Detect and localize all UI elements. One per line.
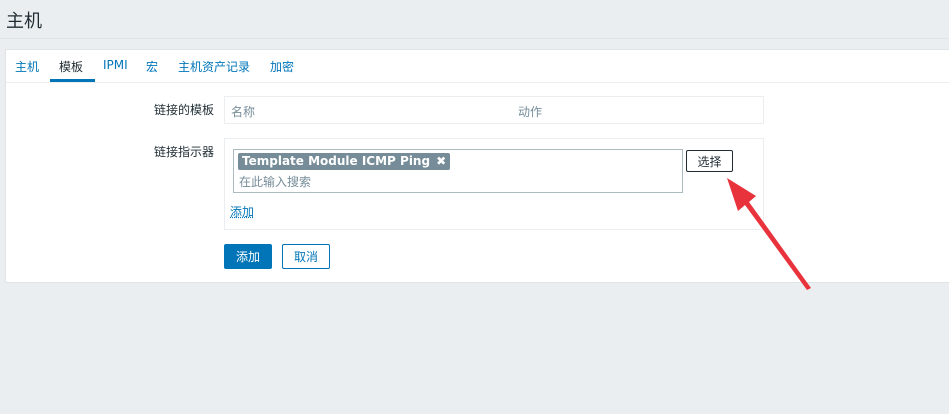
select-button[interactable]: 选择 bbox=[686, 150, 733, 172]
link-indicator-label: 链接指示器 bbox=[154, 145, 215, 159]
add-button[interactable]: 添加 bbox=[224, 244, 272, 269]
active-tab-indicator bbox=[50, 79, 95, 82]
tab-macros[interactable]: 宏 bbox=[146, 58, 158, 75]
tab-bar: 主机 模板 IPMI 宏 主机资产记录 加密 bbox=[6, 50, 949, 83]
tab-templates[interactable]: 模板 bbox=[59, 58, 83, 75]
selected-template-tag: Template Module ICMP Ping ✖ bbox=[238, 153, 451, 170]
column-header-name: 名称 bbox=[231, 105, 256, 119]
host-form-panel: 主机 模板 IPMI 宏 主机资产记录 加密 链接的模板 名称 动作 链接指示器… bbox=[5, 49, 949, 283]
title-divider bbox=[0, 38, 949, 39]
template-search-input[interactable] bbox=[239, 174, 659, 190]
column-header-action: 动作 bbox=[518, 105, 543, 119]
remove-tag-icon[interactable]: ✖ bbox=[436, 153, 446, 170]
link-indicator-box: Template Module ICMP Ping ✖ 选择 添加 bbox=[224, 138, 764, 230]
page-title: 主机 bbox=[6, 11, 42, 32]
template-multiselect[interactable]: Template Module ICMP Ping ✖ bbox=[233, 149, 683, 193]
linked-templates-label: 链接的模板 bbox=[154, 103, 215, 117]
cancel-button[interactable]: 取消 bbox=[282, 244, 330, 269]
tab-inventory[interactable]: 主机资产记录 bbox=[178, 58, 250, 75]
tab-ipmi[interactable]: IPMI bbox=[103, 58, 128, 72]
add-template-link[interactable]: 添加 bbox=[230, 203, 254, 220]
tab-host[interactable]: 主机 bbox=[15, 58, 39, 75]
tab-encryption[interactable]: 加密 bbox=[270, 58, 294, 75]
linked-templates-table: 名称 动作 bbox=[224, 96, 764, 124]
selected-template-tag-label: Template Module ICMP Ping bbox=[242, 154, 431, 168]
